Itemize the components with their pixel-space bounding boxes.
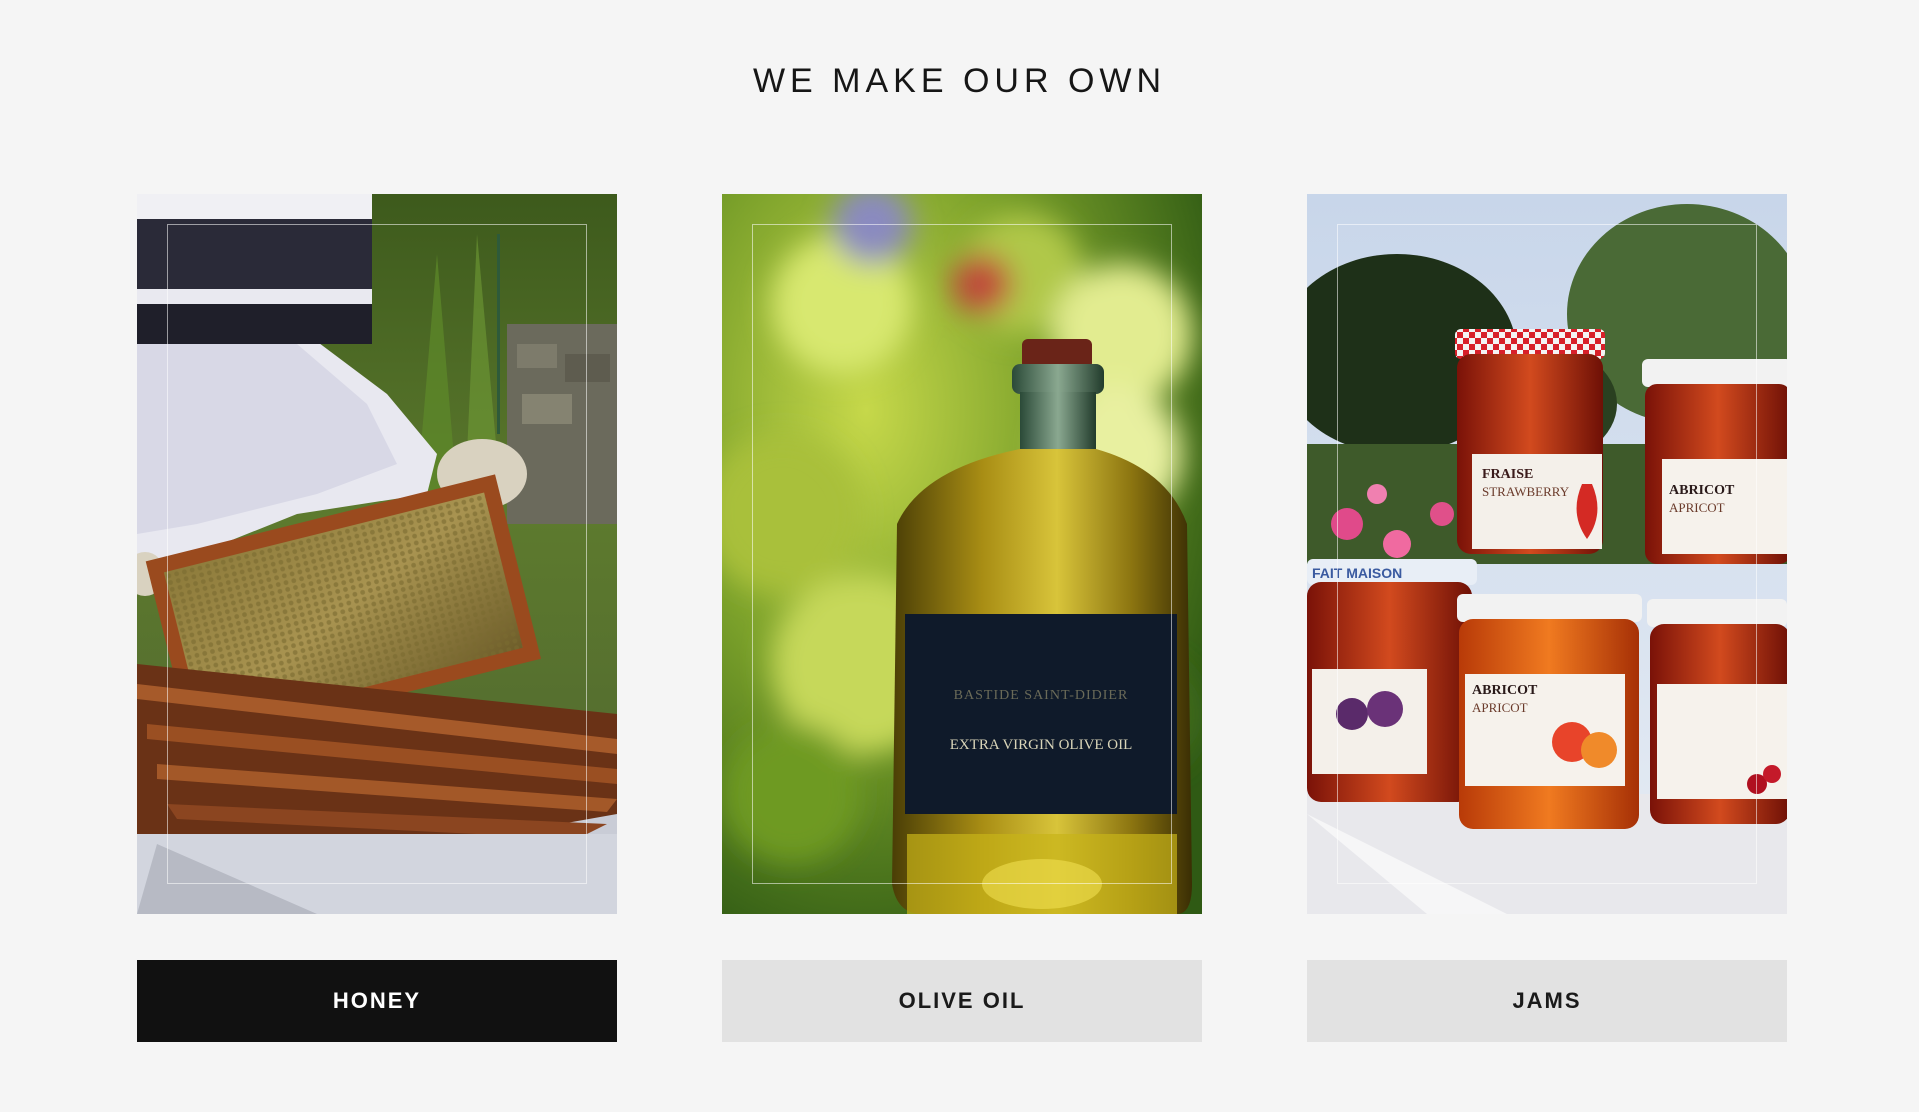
olive-oil-image: BASTIDE SAINT-DIDIER EXTRA VIRGIN OLIVE … bbox=[722, 194, 1202, 914]
jar-label-fraise: FRAISE bbox=[1482, 467, 1533, 482]
jar-label-abricot: ABRICOT bbox=[1669, 483, 1735, 498]
olive-oil-photo[interactable]: BASTIDE SAINT-DIDIER EXTRA VIRGIN OLIVE … bbox=[722, 194, 1202, 914]
page: WE MAKE OUR OWN HONEY BASTIDE SAINT-DIDI… bbox=[0, 0, 1919, 1112]
product-card-jams[interactable]: FRAISE STRAWBERRY ABRICOT APRICOT FAIT M… bbox=[1307, 194, 1787, 1042]
bottle-label-line1: BASTIDE SAINT-DIDIER bbox=[954, 688, 1129, 703]
honey-photo[interactable] bbox=[137, 194, 617, 914]
product-card-olive-oil[interactable]: BASTIDE SAINT-DIDIER EXTRA VIRGIN OLIVE … bbox=[722, 194, 1202, 1042]
honey-button[interactable]: HONEY bbox=[137, 960, 617, 1042]
olive-oil-button[interactable]: OLIVE OIL bbox=[722, 960, 1202, 1042]
jar-label-apricot-front: APRICOT bbox=[1472, 700, 1528, 715]
product-card-honey[interactable]: HONEY bbox=[137, 194, 617, 1042]
jar-label-abricot-front: ABRICOT bbox=[1472, 683, 1538, 698]
jams-photo[interactable]: FRAISE STRAWBERRY ABRICOT APRICOT FAIT M… bbox=[1307, 194, 1787, 914]
jams-image: FRAISE STRAWBERRY ABRICOT APRICOT FAIT M… bbox=[1307, 194, 1787, 914]
jar-label-strawberry: STRAWBERRY bbox=[1482, 484, 1570, 499]
jar-label-fait-maison: FAIT MAISON bbox=[1312, 565, 1402, 581]
honey-image bbox=[137, 194, 617, 914]
bottle-label-line2: EXTRA VIRGIN OLIVE OIL bbox=[950, 737, 1133, 753]
jar-label-apricot: APRICOT bbox=[1669, 500, 1725, 515]
section-title: WE MAKE OUR OWN bbox=[752, 62, 1167, 100]
jams-button[interactable]: JAMS bbox=[1307, 960, 1787, 1042]
